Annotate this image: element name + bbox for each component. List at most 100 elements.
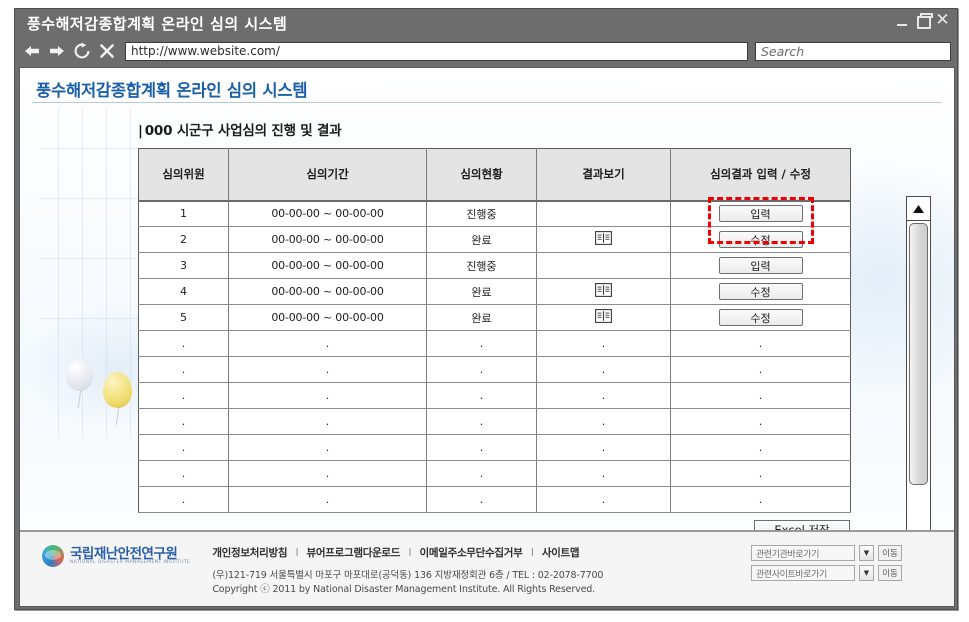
page-footer: 국립재난안전연구원 NATIONAL DISASTER MANAGEMENT I… [20,530,954,606]
column-header-view: 결과보기 [536,148,671,202]
close-icon[interactable]: ✕ [935,12,950,29]
cell-action: 입력 [670,200,851,227]
address-bar-input[interactable]: http://www.website.com/ [125,41,748,61]
minimize-icon[interactable] [895,12,910,29]
cell-period: 00-00-00 ~ 00-00-00 [228,304,427,331]
cell-view-result [536,226,671,253]
cell-member: . [138,330,229,357]
cell-period: . [228,356,427,383]
cell-view-result [536,252,671,279]
section-title: | 000 시군구 사업심의 진행 및 결과 [138,119,850,139]
browser-window: 풍수해저감종합계획 온라인 심의 시스템 ✕ http://www.websit… [14,8,958,610]
table-row: ..... [138,330,851,357]
cell-member: 2 [138,226,229,253]
cell-action: 입력 [670,252,851,279]
edit-result-button[interactable]: 수정 [718,231,803,248]
book-icon[interactable] [595,283,612,300]
footer-link-sitemap[interactable]: 사이트맵 [542,547,580,559]
stop-icon[interactable] [98,42,116,60]
cell-period: 00-00-00 ~ 00-00-00 [228,252,427,279]
cell-member: 4 [138,278,229,305]
column-header-status: 심의현황 [426,148,537,202]
cell-view-result [536,278,671,305]
cell-member: 3 [138,252,229,279]
header-divider [32,102,942,103]
column-header-period: 심의기간 [228,148,427,202]
footer-quicklinks: 관련기관바로가기 ▼ 이동 관련사이트바로가기 ▼ 이동 [751,545,902,581]
logo-globe-icon [42,545,64,567]
cell-view-result: . [536,486,671,513]
chevron-down-icon[interactable]: ▼ [859,545,874,561]
cell-view-result: . [536,356,671,383]
cell-period: 00-00-00 ~ 00-00-00 [228,278,427,305]
footer-link-email-collection-refusal[interactable]: 이메일주소무단수집거부 [420,547,523,559]
cell-action: . [670,486,851,513]
cell-period: . [228,486,427,513]
footer-link-separator-1: l [295,547,299,559]
back-arrow-icon[interactable] [23,42,41,60]
table-row: 5 00-00-00 ~ 00-00-00 완료 수정 [138,304,851,331]
footer-copyright: Copyright ⓒ 2011 by National Disaster Ma… [212,583,596,595]
cell-status: . [426,356,537,383]
quicklink-row-sites: 관련사이트바로가기 ▼ 이동 [751,565,902,581]
cell-view-result: . [536,408,671,435]
cell-status: . [426,330,537,357]
book-icon[interactable] [595,309,612,326]
site-go-button[interactable]: 이동 [878,565,902,581]
edit-result-button[interactable]: 수정 [718,283,803,300]
cell-status: . [426,382,537,409]
cell-view-result [536,200,671,227]
footer-address: (우)121-719 서울특별시 마포구 마포대로(공덕동) 136 지방재정회… [212,570,604,581]
column-header-action: 심의결과 입력 / 수정 [670,148,851,202]
cell-view-result: . [536,330,671,357]
table-row: ..... [138,460,851,487]
page-viewport: 풍수해저감종합계획 온라인 심의 시스템 | 000 시군구 사업심의 진행 및 … [19,67,955,607]
cell-status: 진행중 [426,252,537,279]
section-bar: | [138,123,143,139]
footer-link-privacy[interactable]: 개인정보처리방침 [212,547,287,559]
scrollbar-thumb[interactable] [909,223,928,485]
related-agency-select[interactable]: 관련기관바로가기 [751,545,855,561]
footer-link-separator-3: l [530,547,534,559]
cell-action: . [670,460,851,487]
scrollbar-track[interactable] [907,221,930,575]
section-title-text: 000 시군구 사업심의 진행 및 결과 [144,123,342,139]
cell-status: 진행중 [426,200,537,227]
balloon-decoration-white [66,358,93,391]
footer-middle: 개인정보처리방침 l 뷰어프로그램다운로드 l 이메일주소무단수집거부 l 사이… [212,545,751,597]
footer-links: 개인정보처리방침 l 뷰어프로그램다운로드 l 이메일주소무단수집거부 l 사이… [212,545,751,560]
balloon-decoration-yellow [103,372,132,408]
search-input[interactable]: Search [755,41,951,61]
cell-status: . [426,486,537,513]
cell-member: . [138,486,229,513]
reload-icon[interactable] [73,42,91,60]
logo-name-en: NATIONAL DISASTER MANAGEMENT INSTITUTE [70,559,191,565]
cell-view-result: . [536,382,671,409]
footer-link-viewer-download[interactable]: 뷰어프로그램다운로드 [307,547,401,559]
chevron-down-icon[interactable]: ▼ [859,565,874,581]
agency-go-button[interactable]: 이동 [878,545,902,561]
table-row: 1 00-00-00 ~ 00-00-00 진행중 입력 [138,200,851,227]
window-title: 풍수해저감종합계획 온라인 심의 시스템 [27,15,288,33]
input-result-button[interactable]: 입력 [718,205,803,223]
cell-member: 1 [138,200,229,227]
scroll-up-arrow-icon[interactable] [907,197,930,221]
edit-result-button[interactable]: 수정 [718,309,803,326]
related-site-select[interactable]: 관련사이트바로가기 [751,565,855,581]
cell-view-result: . [536,460,671,487]
table-row: 2 00-00-00 ~ 00-00-00 완료 수정 [138,226,851,253]
cell-period: . [228,330,427,357]
page-header: 풍수해저감종합계획 온라인 심의 시스템 [20,68,954,103]
table-row: ..... [138,356,851,383]
table-row: ..... [138,434,851,461]
book-icon[interactable] [595,231,612,248]
browser-navbar: http://www.website.com/ Search [15,38,957,64]
cell-status: . [426,408,537,435]
forward-arrow-icon[interactable] [48,42,66,60]
maximize-icon[interactable] [915,12,933,29]
footer-link-separator-2: l [408,547,412,559]
input-result-button[interactable]: 입력 [718,257,803,274]
cell-action: . [670,356,851,383]
cell-status: 완료 [426,304,537,331]
cell-member: . [138,434,229,461]
